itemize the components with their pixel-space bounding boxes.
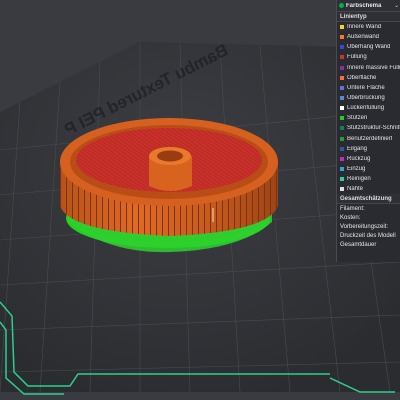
line-type-item[interactable]: Lückenfüllung xyxy=(337,103,400,113)
line-type-item[interactable]: Untere Fläche xyxy=(337,83,400,93)
line-type-label: Oberfläche xyxy=(347,74,377,81)
line-types-header: Linientyp xyxy=(337,12,400,22)
line-type-swatch xyxy=(340,126,344,131)
line-type-item[interactable]: Nähte xyxy=(337,184,400,194)
line-type-item[interactable]: Füllung xyxy=(337,52,400,62)
line-type-swatch xyxy=(340,75,344,80)
line-type-swatch xyxy=(340,156,344,161)
line-type-label: Reinigen xyxy=(347,176,371,183)
line-type-item[interactable]: Benutzerdefiniert xyxy=(337,134,400,144)
line-type-label: Überhang Wand xyxy=(347,44,391,51)
line-type-swatch xyxy=(340,35,344,40)
line-type-label: Eilgang xyxy=(347,145,368,152)
line-type-swatch xyxy=(340,55,344,60)
line-type-item[interactable]: Außenwand xyxy=(337,32,400,42)
estimate-list: Filament: Kosten: Vorbereitungszeit: Druckz… xyxy=(337,204,400,249)
line-type-item[interactable]: Überhang Wand xyxy=(337,42,400,52)
line-type-label: Nähte xyxy=(347,186,364,193)
line-type-item[interactable]: Einzug xyxy=(337,164,400,174)
color-scheme-dropdown[interactable]: Farbschema ⌄ xyxy=(337,0,400,12)
line-type-item[interactable]: Überbrückung xyxy=(337,93,400,103)
line-type-label: Untere Fläche xyxy=(347,84,385,91)
line-type-label: Überbrückung xyxy=(347,95,385,102)
line-type-item[interactable]: Stützen xyxy=(337,113,400,123)
line-type-item[interactable]: Rückzug xyxy=(337,154,400,164)
line-type-label: Einzug xyxy=(347,166,366,173)
legend-panel: Farbschema ⌄ Linientyp Innere Wand Außenw… xyxy=(336,0,400,262)
line-type-swatch xyxy=(340,167,344,172)
line-type-swatch xyxy=(340,187,344,192)
line-type-swatch xyxy=(340,25,344,30)
color-scheme-label: Farbschema xyxy=(346,2,382,9)
line-type-label: Stützen xyxy=(347,115,368,122)
line-type-swatch xyxy=(340,116,344,121)
estimate-row: Filament: xyxy=(340,205,365,212)
line-type-item[interactable]: Reinigen xyxy=(337,174,400,184)
line-type-item[interactable]: Innere Wand xyxy=(337,22,400,32)
line-type-label: Füllung xyxy=(347,54,367,61)
line-type-label: Stützstruktur-Schnittstelle xyxy=(347,125,400,132)
line-type-item[interactable]: Eilgang xyxy=(337,144,400,154)
line-type-swatch xyxy=(340,85,344,90)
line-type-label: Außenwand xyxy=(347,34,380,41)
color-scheme-icon xyxy=(339,3,344,8)
line-type-label: Innere massive Füllung xyxy=(347,64,400,71)
estimate-header: Gesamtschätzung xyxy=(337,194,400,205)
line-type-swatch xyxy=(340,45,344,50)
line-type-item[interactable]: Oberfläche xyxy=(337,73,400,83)
estimate-row: Gesamtdauer xyxy=(340,241,377,248)
estimate-row: Vorbereitungszeit: xyxy=(340,223,389,230)
line-type-label: Lückenfüllung xyxy=(347,105,385,112)
line-type-label: Benutzerdefiniert xyxy=(347,135,393,142)
line-type-swatch xyxy=(340,65,344,70)
line-type-label: Rückzug xyxy=(347,155,371,162)
line-type-item[interactable]: Innere massive Füllung xyxy=(337,63,400,73)
estimate-row: Druckzeit des Modell xyxy=(340,232,396,239)
line-type-swatch xyxy=(340,177,344,182)
chevron-down-icon: ⌄ xyxy=(393,3,399,9)
line-type-swatch xyxy=(340,136,344,141)
line-type-list: Innere Wand Außenwand Überhang Wand Füllung… xyxy=(337,22,400,194)
line-type-swatch xyxy=(340,146,344,151)
line-type-label: Innere Wand xyxy=(347,24,382,31)
line-type-item[interactable]: Stützstruktur-Schnittstelle xyxy=(337,123,400,133)
line-type-swatch xyxy=(340,106,344,111)
line-type-swatch xyxy=(340,96,344,101)
estimate-row: Kosten: xyxy=(340,214,361,221)
printed-model[interactable] xyxy=(60,118,278,253)
